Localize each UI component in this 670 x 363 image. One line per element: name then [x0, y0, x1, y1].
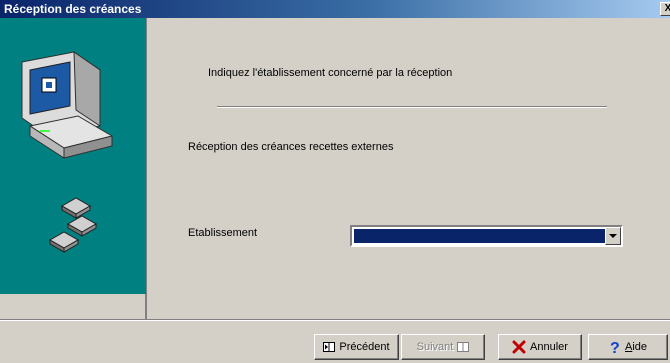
previous-button[interactable]: Précédent	[314, 334, 399, 360]
etablissement-label: Etablissement	[188, 227, 258, 239]
chevron-down-icon[interactable]	[605, 227, 621, 245]
next-label: Suivant	[416, 341, 454, 353]
help-icon: ?	[609, 339, 621, 355]
next-icon	[457, 342, 470, 352]
previous-label: Précédent	[339, 341, 390, 353]
help-label: Aide	[625, 341, 647, 353]
side-panel-footer	[0, 294, 146, 319]
svg-text:?: ?	[610, 340, 620, 355]
previous-icon	[323, 342, 336, 352]
cancel-label: Annuler	[530, 341, 568, 353]
footer-separator	[0, 319, 670, 321]
wizard-side-panel	[0, 18, 146, 294]
etablissement-select[interactable]	[350, 225, 623, 247]
cancel-button[interactable]: Annuler	[498, 334, 582, 360]
panel-divider	[146, 18, 147, 319]
window-title: Réception des créances	[4, 2, 142, 16]
diskette-icon	[48, 197, 98, 253]
help-button[interactable]: ? Aide	[588, 334, 668, 360]
wizard-subheading: Réception des créances recettes externes	[188, 141, 394, 153]
computer-icon	[21, 51, 114, 253]
header-divider	[217, 106, 607, 108]
cancel-icon	[512, 340, 526, 354]
help-label-rest: ide	[632, 341, 648, 353]
wizard-header: Indiquez l'établissement concerné par la…	[208, 67, 453, 79]
etablissement-select-value[interactable]	[354, 229, 605, 243]
close-button[interactable]: X	[660, 2, 670, 16]
next-button[interactable]: Suivant	[401, 334, 485, 360]
title-bar[interactable]: Réception des créances X	[0, 0, 670, 18]
